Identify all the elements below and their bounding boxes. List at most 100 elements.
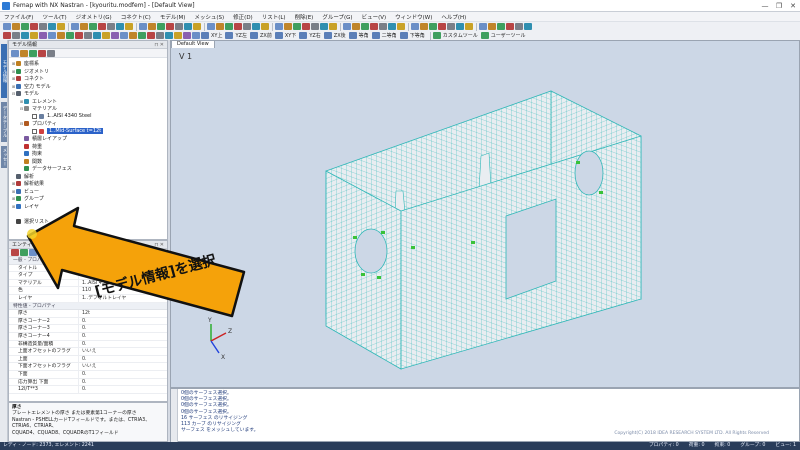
menu-window[interactable]: ウィンドウ(W) (395, 13, 432, 21)
toolbar-tool-icon[interactable] (261, 23, 269, 30)
toolbar-tool-icon[interactable] (66, 32, 74, 39)
toolbar-tool-icon[interactable] (30, 23, 38, 30)
tree-filter-icon[interactable] (11, 49, 19, 57)
user-tools-button[interactable]: ユーザーツール (491, 32, 526, 39)
view-orient-icon[interactable] (371, 32, 380, 39)
toolbar-tool-icon[interactable] (57, 23, 65, 30)
property-value[interactable]: 110 (79, 287, 91, 294)
toolbar-tool-icon[interactable] (397, 23, 405, 30)
toolbar-tool-icon[interactable] (456, 23, 464, 30)
tools-icon[interactable] (480, 32, 489, 39)
tree-item[interactable]: 荷重 (11, 143, 167, 151)
pin-icon[interactable]: ⊓ ✕ (154, 241, 164, 248)
toolbar-tool-icon[interactable] (225, 23, 233, 30)
side-tab-messages[interactable]: メッセージ (0, 146, 7, 168)
toolbar-tool-icon[interactable] (479, 23, 487, 30)
menu-model[interactable]: モデル(M) (160, 13, 186, 21)
property-row[interactable]: 非構造質量/面積 0. (9, 340, 167, 349)
toolbar-tool-icon[interactable] (438, 23, 446, 30)
view-orient-icon[interactable] (201, 32, 209, 39)
tree-item[interactable]: 1..Mid-Surface t=12t (11, 128, 167, 136)
custom-tools-button[interactable]: カスタムツール (443, 32, 478, 39)
toolbar-tool-icon[interactable] (370, 23, 378, 30)
tree-item[interactable]: ⊞ グループ (11, 195, 167, 203)
property-row[interactable]: レイヤ 1..デフォルトレイヤ (9, 294, 167, 303)
toolbar-tool-icon[interactable] (3, 23, 11, 30)
tree-options-icon[interactable] (47, 49, 55, 57)
view-orient-icon[interactable] (348, 32, 357, 39)
property-row[interactable]: 応力算出 下面 0. (9, 378, 167, 387)
toolbar-tool-icon[interactable] (420, 23, 428, 30)
toolbar-tool-icon[interactable] (524, 23, 532, 30)
tree-item[interactable]: データサーフェス (11, 165, 167, 173)
property-value[interactable]: プレート (79, 272, 101, 279)
menu-connect[interactable]: コネクト(C) (121, 13, 151, 21)
toolbar-tool-icon[interactable] (361, 23, 369, 30)
toolbar-tool-icon[interactable] (156, 32, 164, 39)
toolbar-tool-icon[interactable] (311, 23, 319, 30)
property-row[interactable]: 下面オフセットのフラグ いいえ (9, 363, 167, 371)
toolbar-tool-icon[interactable] (120, 32, 128, 39)
view-orient-icon[interactable] (225, 32, 234, 39)
tree-item[interactable]: ⊞ ジオメトリ (11, 68, 167, 76)
select-icon[interactable] (29, 249, 37, 256)
toolbar-tool-icon[interactable] (71, 23, 79, 30)
tree-item[interactable]: ⊟ マテリアル (11, 105, 167, 113)
toolbar-tool-icon[interactable] (207, 23, 215, 30)
toolbar-tool-icon[interactable] (48, 32, 56, 39)
property-value[interactable]: 0. (79, 325, 87, 332)
menu-view[interactable]: ビュー(V) (362, 13, 387, 21)
tree-item[interactable]: ⊟ モデル (11, 90, 167, 98)
view-orient-icon[interactable] (323, 32, 332, 39)
tree-checkbox[interactable] (32, 113, 37, 119)
property-row[interactable]: 上面オフセットのフラグ いいえ (9, 348, 167, 356)
property-value[interactable]: 0. (79, 371, 87, 378)
menu-group[interactable]: グループ(G) (322, 13, 352, 21)
menu-geometry[interactable]: ジオメトリ(G) (76, 13, 112, 21)
toolbar-tool-icon[interactable] (39, 32, 47, 39)
toolbar-tool-icon[interactable] (111, 32, 119, 39)
property-value[interactable] (79, 265, 82, 272)
toolbar-tool-icon[interactable] (165, 32, 173, 39)
toolbar-tool-icon[interactable] (506, 23, 514, 30)
toolbar-tool-icon[interactable] (293, 23, 301, 30)
pin-icon[interactable]: ⊓ ✕ (154, 41, 164, 48)
property-value[interactable]: いいえ (79, 348, 96, 355)
toolbar-tool-icon[interactable] (429, 23, 437, 30)
tree-item[interactable]: ⊞ ビュー (11, 188, 167, 196)
toolbar-tool-icon[interactable] (39, 23, 47, 30)
view-orient-icon[interactable] (249, 32, 258, 39)
toolbar-tool-icon[interactable] (129, 32, 137, 39)
toolbar-tool-icon[interactable] (57, 32, 65, 39)
toolbar-tool-icon[interactable] (447, 23, 455, 30)
toolbar-tool-icon[interactable] (379, 23, 387, 30)
toolbar-tool-icon[interactable] (166, 23, 174, 30)
tree-collapse-icon[interactable] (29, 49, 37, 57)
view-orient-button[interactable]: YZ左 (235, 32, 246, 39)
tree-item[interactable]: ⊞ 座標系 (11, 60, 167, 68)
view-orient-button[interactable]: 等角 (359, 32, 369, 39)
property-row[interactable]: 厚さコーナー2 0. (9, 317, 167, 326)
toolbar-tool-icon[interactable] (234, 23, 242, 30)
toolbar-tool-icon[interactable] (388, 23, 396, 30)
property-value[interactable]: 0. (79, 356, 87, 363)
toolbar-tool-icon[interactable] (148, 23, 156, 30)
toolbar-tool-icon[interactable] (275, 23, 283, 30)
toolbar-tool-icon[interactable] (284, 23, 292, 30)
menu-tools[interactable]: ツール(T) (42, 13, 66, 21)
graphics-viewport[interactable]: V 1 Y Z X (170, 40, 800, 388)
tree-item[interactable]: ⊞ エレメント (11, 98, 167, 106)
view-orient-button[interactable]: 二等角 (382, 32, 397, 39)
toolbar-tool-icon[interactable] (302, 23, 310, 30)
toolbar-tool-icon[interactable] (125, 23, 133, 30)
toolbar-tool-icon[interactable] (175, 23, 183, 30)
view-orient-icon[interactable] (399, 32, 408, 39)
menu-modify[interactable]: 修正(D) (233, 13, 253, 21)
property-value[interactable]: 0. (79, 318, 87, 325)
toolbar-tool-icon[interactable] (12, 23, 20, 30)
toolbar-tool-icon[interactable] (329, 23, 337, 30)
tree-item[interactable]: ⊞ コネクト (11, 75, 167, 83)
property-value[interactable]: 12t (79, 310, 90, 317)
view-orient-button[interactable]: YZ右 (309, 32, 320, 39)
toolbar-tool-icon[interactable] (30, 32, 38, 39)
